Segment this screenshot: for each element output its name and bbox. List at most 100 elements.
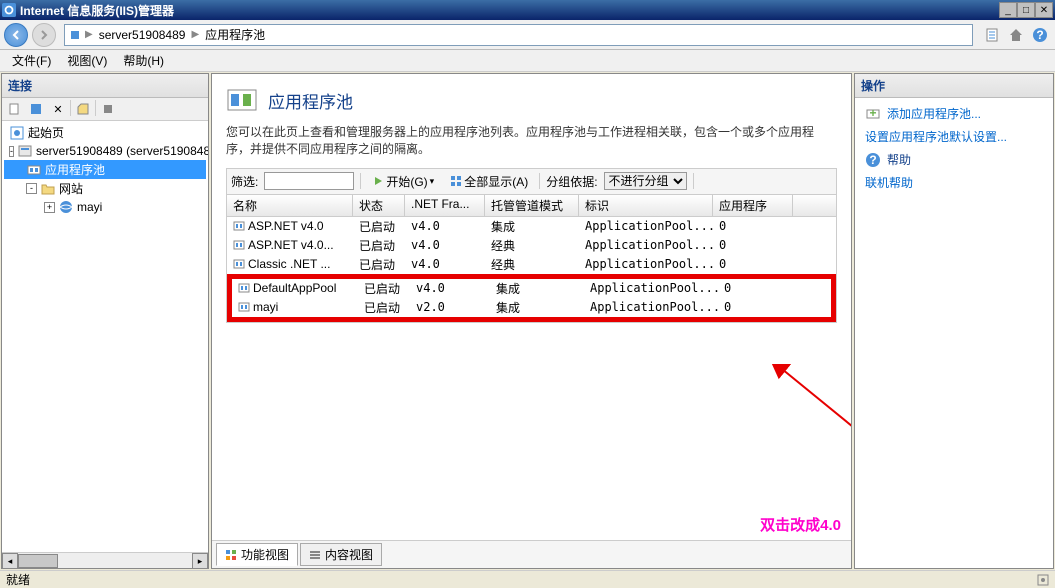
col-id[interactable]: 标识 bbox=[579, 195, 713, 216]
col-app[interactable]: 应用程序 bbox=[713, 195, 793, 216]
tree-site-mayi[interactable]: + mayi bbox=[4, 198, 206, 216]
table-row[interactable]: Classic .NET ...已启动v4.0经典ApplicationPool… bbox=[227, 255, 836, 274]
tree-start-label: 起始页 bbox=[28, 124, 64, 141]
scroll-thumb[interactable] bbox=[18, 554, 58, 568]
tree-up-button[interactable] bbox=[73, 100, 93, 118]
scroll-right-arrow[interactable]: ▸ bbox=[192, 553, 208, 569]
tree-server[interactable]: - server51908489 (server51908489) bbox=[4, 142, 206, 160]
tree-toolbar: ✕ bbox=[2, 98, 208, 121]
cell-mode: 集成 bbox=[490, 298, 584, 317]
crumb-app-pools[interactable]: 应用程序池 bbox=[203, 26, 267, 43]
folder-icon bbox=[40, 181, 56, 197]
tree-sites[interactable]: - 网站 bbox=[4, 179, 206, 198]
col-net[interactable]: .NET Fra... bbox=[405, 195, 485, 216]
cell-app: 0 bbox=[713, 236, 793, 255]
col-status[interactable]: 状态 bbox=[353, 195, 405, 216]
features-icon bbox=[225, 549, 237, 561]
connections-tree[interactable]: 起始页 - server51908489 (server51908489) 应用… bbox=[2, 121, 208, 552]
table-row[interactable]: DefaultAppPool已启动v4.0集成ApplicationPool..… bbox=[232, 279, 831, 298]
connections-header: 连接 bbox=[2, 74, 208, 98]
filter-toolbar: 筛选: 开始(G) ▾ 全部显示(A) 分组依据: 不进行分组 bbox=[226, 168, 837, 195]
expander-minus-icon[interactable]: - bbox=[9, 146, 14, 157]
action-help[interactable]: ? 帮助 bbox=[857, 148, 1051, 171]
cell-name: Classic .NET ... bbox=[248, 257, 330, 271]
doc-icon bbox=[8, 103, 20, 115]
cell-id: ApplicationPool... bbox=[579, 236, 713, 255]
page-description: 您可以在此页上查看和管理服务器上的应用程序池列表。应用程序池与工作进程相关联，包… bbox=[226, 124, 837, 158]
home-icon bbox=[1008, 27, 1024, 43]
cell-status: 已启动 bbox=[358, 298, 410, 317]
table-row[interactable]: ASP.NET v4.0已启动v4.0集成ApplicationPool...0 bbox=[227, 217, 836, 236]
cell-id: ApplicationPool... bbox=[579, 217, 713, 236]
cell-id: ApplicationPool... bbox=[584, 279, 718, 298]
cell-status: 已启动 bbox=[353, 236, 405, 255]
nav-forward-button[interactable] bbox=[32, 23, 56, 47]
menu-file[interactable]: 文件(F) bbox=[4, 50, 59, 71]
nav-back-button[interactable] bbox=[4, 23, 28, 47]
close-button[interactable]: ✕ bbox=[1035, 2, 1053, 18]
separator bbox=[70, 100, 71, 116]
filter-start-button[interactable]: 开始(G) ▾ bbox=[367, 171, 439, 192]
pool-icon bbox=[238, 282, 250, 294]
col-mode[interactable]: 托管管道模式 bbox=[485, 195, 579, 216]
content-icon bbox=[309, 549, 321, 561]
scroll-left-arrow[interactable]: ◂ bbox=[2, 553, 18, 569]
menu-view[interactable]: 视图(V) bbox=[59, 50, 115, 71]
actions-header: 操作 bbox=[855, 74, 1053, 98]
pool-icon bbox=[233, 258, 245, 270]
nav-bar: ▶ server51908489 ▶ 应用程序池 ? bbox=[0, 20, 1055, 50]
start-label: 开始(G) bbox=[386, 173, 427, 190]
tree-stop-button[interactable] bbox=[98, 100, 118, 118]
cell-name: ASP.NET v4.0 bbox=[248, 219, 324, 233]
action-online-help[interactable]: 联机帮助 bbox=[857, 171, 1051, 194]
table-row[interactable]: ASP.NET v4.0...已启动v4.0经典ApplicationPool.… bbox=[227, 236, 836, 255]
show-all-button[interactable]: 全部显示(A) bbox=[445, 171, 533, 192]
expander-plus-icon[interactable]: + bbox=[44, 202, 55, 213]
tree-delete-button[interactable]: ✕ bbox=[48, 100, 68, 118]
pool-icon bbox=[233, 220, 245, 232]
tree-app-pools-label: 应用程序池 bbox=[45, 161, 105, 178]
group-by-label: 分组依据: bbox=[546, 173, 597, 190]
tab-features-view[interactable]: 功能视图 bbox=[216, 543, 298, 566]
col-name[interactable]: 名称 bbox=[227, 195, 353, 216]
tab-features-label: 功能视图 bbox=[241, 546, 289, 563]
minimize-button[interactable]: _ bbox=[999, 2, 1017, 18]
separator bbox=[693, 173, 694, 189]
maximize-button[interactable]: □ bbox=[1017, 2, 1035, 18]
tree-save-button[interactable] bbox=[26, 100, 46, 118]
tab-content-view[interactable]: 内容视图 bbox=[300, 543, 382, 566]
action-add-pool[interactable]: + 添加应用程序池... bbox=[857, 102, 1051, 125]
tree-start-page[interactable]: 起始页 bbox=[4, 123, 206, 142]
nav-icon-2[interactable] bbox=[1005, 24, 1027, 46]
chevron-right-icon: ▶ bbox=[191, 29, 199, 40]
table-row[interactable]: mayi已启动v2.0集成ApplicationPool...0 bbox=[232, 298, 831, 317]
tree-app-pools[interactable]: 应用程序池 bbox=[4, 160, 206, 179]
cell-name: ASP.NET v4.0... bbox=[248, 238, 334, 252]
nav-help-button[interactable]: ? bbox=[1029, 24, 1051, 46]
help-icon: ? bbox=[865, 152, 881, 168]
tree-server-label: server51908489 (server51908489) bbox=[36, 144, 208, 158]
separator bbox=[360, 173, 361, 189]
filter-label: 筛选: bbox=[231, 173, 258, 190]
app-icon bbox=[2, 3, 16, 17]
menu-help[interactable]: 帮助(H) bbox=[115, 50, 172, 71]
filter-input[interactable] bbox=[264, 172, 354, 190]
globe-icon bbox=[58, 199, 74, 215]
crumb-server[interactable]: server51908489 bbox=[97, 28, 188, 42]
nav-icon-1[interactable] bbox=[981, 24, 1003, 46]
cell-mode: 经典 bbox=[485, 255, 579, 274]
tree-connect-button[interactable] bbox=[4, 100, 24, 118]
separator bbox=[95, 100, 96, 116]
expander-minus-icon[interactable]: - bbox=[26, 183, 37, 194]
breadcrumb[interactable]: ▶ server51908489 ▶ 应用程序池 bbox=[64, 24, 973, 46]
separator bbox=[539, 173, 540, 189]
group-by-select[interactable]: 不进行分组 bbox=[604, 172, 687, 190]
tree-sites-label: 网站 bbox=[59, 180, 83, 197]
app-pools-large-icon bbox=[226, 84, 258, 116]
action-set-defaults[interactable]: 设置应用程序池默认设置... bbox=[857, 125, 1051, 148]
tree-h-scrollbar[interactable]: ◂ ▸ bbox=[2, 552, 208, 568]
chevron-right-icon: ▶ bbox=[85, 29, 93, 40]
cell-id: ApplicationPool... bbox=[579, 255, 713, 274]
app-pools-grid: 名称 状态 .NET Fra... 托管管道模式 标识 应用程序 ASP.NET… bbox=[226, 195, 837, 323]
svg-text:+: + bbox=[869, 106, 876, 120]
